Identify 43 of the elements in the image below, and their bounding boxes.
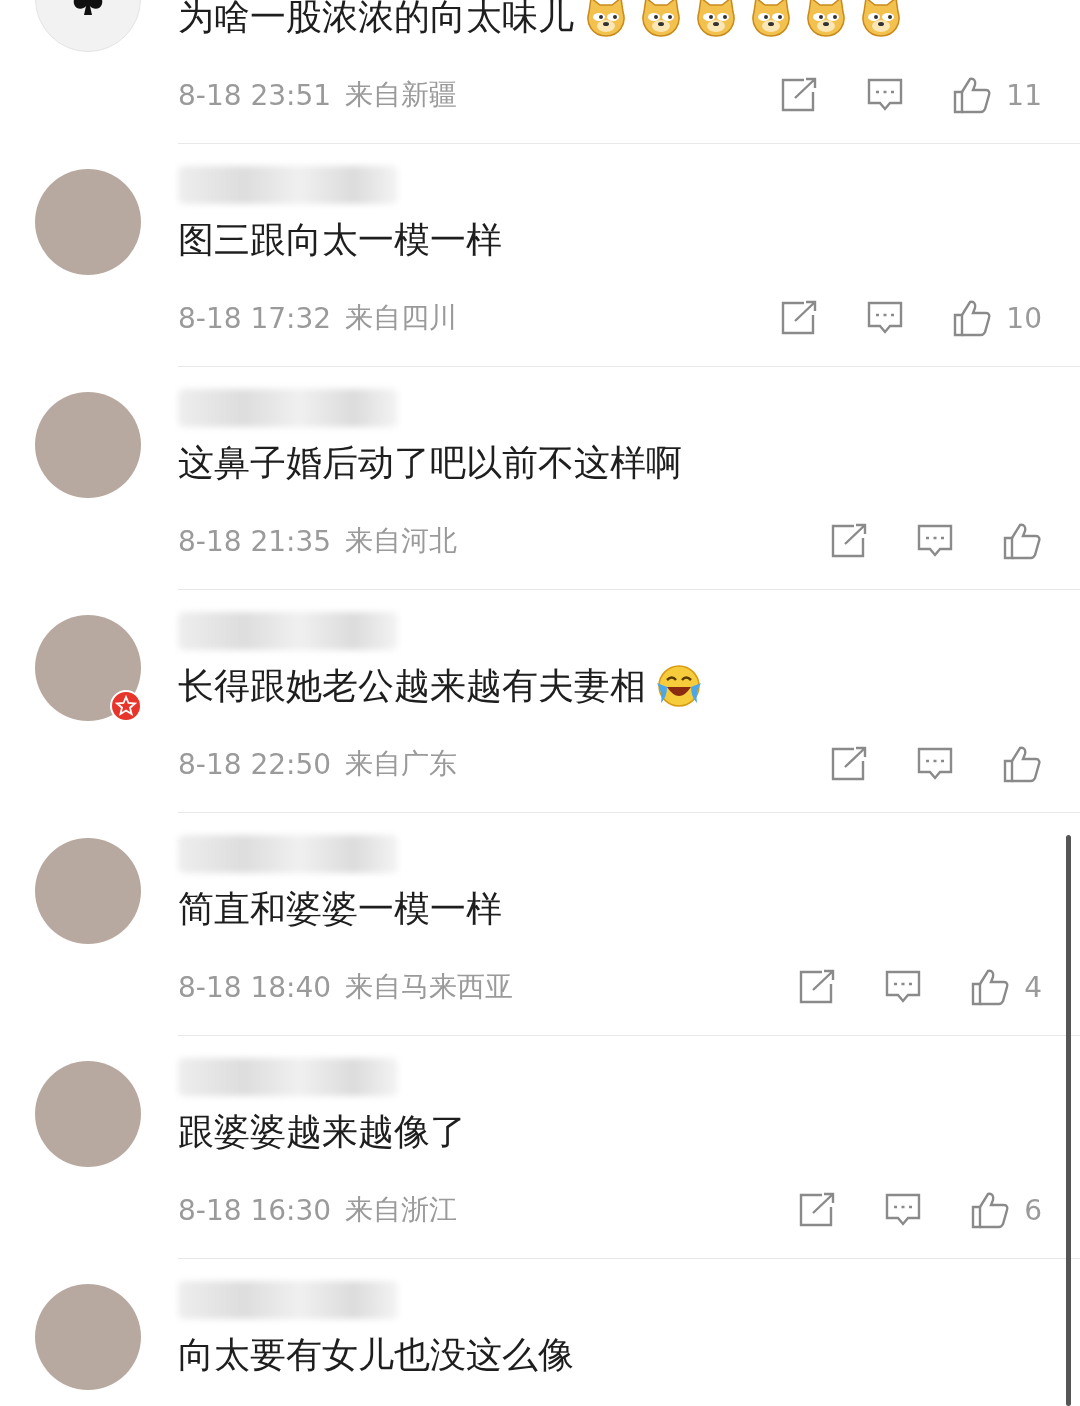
comment-location: 来自新疆 — [345, 77, 458, 113]
comment-time: 8-18 18:40 — [178, 970, 332, 1004]
comment-icon[interactable] — [916, 523, 954, 559]
comment-location: 来自河北 — [345, 523, 458, 559]
comment-time: 8-18 22:50 — [178, 747, 332, 781]
thumbs-up-icon[interactable] — [1002, 745, 1042, 783]
thumbs-up-icon[interactable] — [952, 76, 993, 114]
comment-location: 来自马来西亚 — [345, 969, 514, 1005]
share-icon[interactable] — [798, 969, 837, 1005]
comment-icon[interactable] — [884, 1192, 923, 1228]
comment-icon[interactable] — [884, 969, 923, 1005]
comment-text: 跟婆婆越来越像了 — [178, 1109, 466, 1154]
share-icon[interactable] — [830, 523, 868, 559]
comment-location: 来自浙江 — [345, 1192, 458, 1228]
thumbs-up-icon[interactable] — [952, 299, 993, 337]
laughing-face-icon — [655, 663, 703, 709]
comment-time: 8-18 21:35 — [178, 524, 332, 558]
like-count: 6 — [1024, 1193, 1042, 1227]
comment-icon[interactable] — [866, 77, 905, 113]
thumbs-up-icon[interactable] — [970, 1191, 1011, 1229]
comment-text: 简直和婆婆一模一样 — [178, 886, 502, 931]
share-icon[interactable] — [780, 77, 819, 113]
comment-location: 来自四川 — [345, 300, 458, 336]
share-icon[interactable] — [798, 1192, 837, 1228]
comment-text: 向太要有女儿也没这么像 — [178, 1332, 574, 1377]
comment-icon[interactable] — [866, 300, 905, 336]
share-icon[interactable] — [780, 300, 819, 336]
share-icon[interactable] — [830, 746, 868, 782]
thumbs-up-icon[interactable] — [970, 968, 1011, 1006]
like-count: 11 — [1006, 78, 1042, 112]
comment-icon[interactable] — [916, 746, 954, 782]
comment-location: 来自广东 — [345, 746, 458, 782]
star-badge-icon — [109, 689, 143, 723]
comment-time: 8-18 17:32 — [178, 301, 332, 335]
scrollbar[interactable] — [1066, 835, 1071, 1406]
thumbs-up-icon[interactable] — [1002, 522, 1042, 560]
comment-text: 图三跟向太一模一样 — [178, 217, 502, 262]
like-count: 4 — [1024, 970, 1042, 1004]
comment-time: 8-18 16:30 — [178, 1193, 332, 1227]
like-count: 10 — [1006, 301, 1042, 335]
comment-text: 这鼻子婚后动了吧以前不这样啊 — [178, 440, 682, 485]
comment-text: 长得跟她老公越来越有夫妻相 — [178, 663, 646, 708]
comment-time: 8-18 23:51 — [178, 78, 332, 112]
